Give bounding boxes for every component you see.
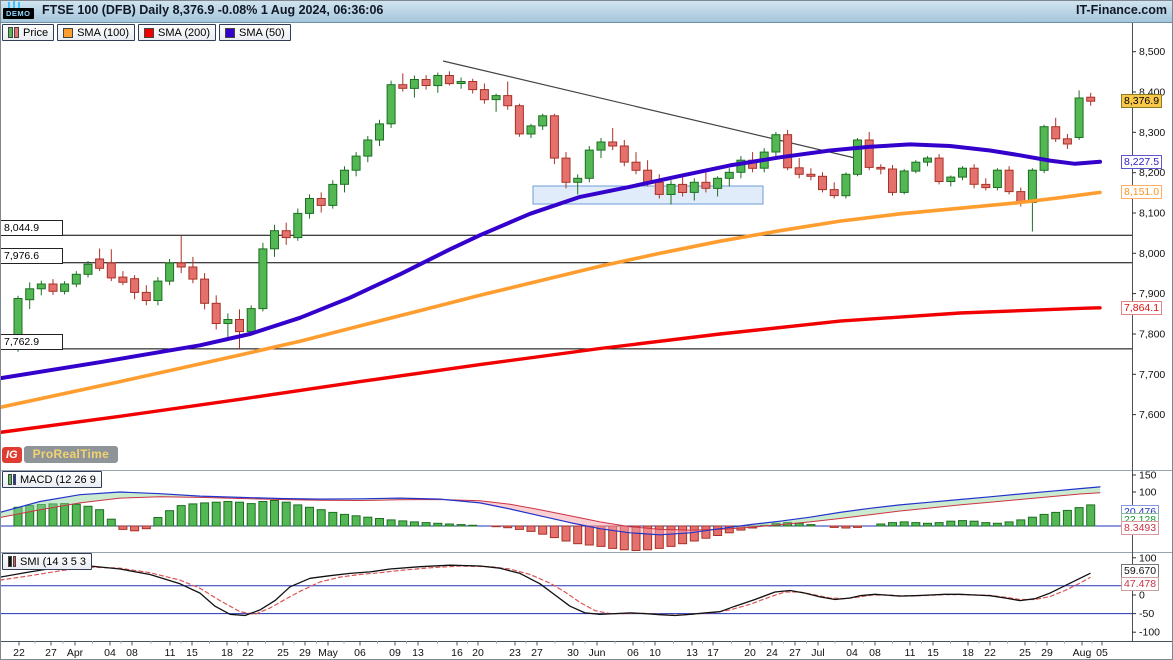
x-axis-date-label: 08 xyxy=(869,647,881,659)
x-axis-date-label: 05 xyxy=(1096,647,1108,659)
legend-chip-sma50[interactable]: SMA (50) xyxy=(219,24,291,41)
x-axis-date-label: May xyxy=(318,647,339,659)
y-axis-tick-label: 100 xyxy=(1139,552,1157,564)
x-axis-date-label: 29 xyxy=(1041,647,1053,659)
x-axis-date-label: 22 xyxy=(984,647,996,659)
x-axis-date-label: 27 xyxy=(789,647,801,659)
x-axis-date-label: 25 xyxy=(1019,647,1031,659)
sma100-swatch-icon xyxy=(63,28,73,38)
x-axis-date-label: 10 xyxy=(649,647,661,659)
x-axis-date-label: 24 xyxy=(766,647,778,659)
chart-canvas: 8,500 8,400 8,300 8,200 8,100 8,000 7,900 7,800… xyxy=(0,0,1173,660)
x-axis-date-label: 09 xyxy=(389,647,401,659)
level-lines xyxy=(0,235,1132,349)
smi-panel xyxy=(0,565,1132,615)
x-axis-date-label: 27 xyxy=(45,647,57,659)
x-axis-date-label: 11 xyxy=(905,647,916,659)
y-axis-tick-label: 7,900 xyxy=(1139,288,1165,300)
x-axis-date-label: 25 xyxy=(277,647,289,659)
x-axis: 22 27 Apr 04 08 11 15 18 22 25 29 May 06 09 13 16 20 23 27… xyxy=(13,641,1108,659)
x-axis-date-label: 13 xyxy=(412,647,424,659)
macd-indicator-chip[interactable]: MACD (12 26 9 xyxy=(2,471,102,488)
prorealtime-watermark[interactable]: IG ProRealTime xyxy=(2,446,118,463)
x-axis-date-label: 30 xyxy=(567,647,579,659)
smi-chip-label: SMI (14 3 5 3 xyxy=(20,556,86,568)
legend-chip-label: SMA (100) xyxy=(77,27,129,39)
price-candles-icon xyxy=(8,27,19,38)
legend-chip-sma200[interactable]: SMA (200) xyxy=(138,24,216,41)
x-axis-date-label: 20 xyxy=(744,647,756,659)
x-axis-date-label: Jun xyxy=(589,647,606,659)
x-axis-date-label: Apr xyxy=(67,647,84,659)
legend-chip-label: SMA (200) xyxy=(158,27,210,39)
smi-indicator-chip[interactable]: SMI (14 3 5 3 xyxy=(2,553,92,570)
brand-link: IT-Finance.com xyxy=(1076,3,1167,17)
y-axis-tick-label: 8,500 xyxy=(1139,46,1165,58)
macd-panel xyxy=(0,487,1132,551)
y-axis-tick-label: 100 xyxy=(1139,487,1157,499)
legend-chip-sma100[interactable]: SMA (100) xyxy=(57,24,135,41)
legend-chip-label: Price xyxy=(23,27,48,39)
legend-bar: Price SMA (100) SMA (200) SMA (50) xyxy=(2,24,291,41)
x-axis-date-label: 06 xyxy=(627,647,639,659)
chart-header-bar: DEMO FTSE 100 (DFB) Daily 8,376.9 -0.08%… xyxy=(0,0,1173,23)
trendline xyxy=(443,61,855,158)
y-axis-tick-label: 150 xyxy=(1139,470,1157,482)
smi-icon xyxy=(8,556,16,567)
y-axis-tick-label: 8,300 xyxy=(1139,127,1165,139)
x-axis-date-label: 18 xyxy=(221,647,233,659)
x-axis-date-label: 22 xyxy=(242,647,254,659)
x-axis-date-label: 15 xyxy=(927,647,939,659)
x-axis-date-label: 22 xyxy=(13,647,25,659)
x-axis-date-label: 11 xyxy=(165,647,176,659)
y-axis-tick-label: 8,200 xyxy=(1139,167,1165,179)
x-axis-date-label: 17 xyxy=(707,647,719,659)
x-axis-date-label: 18 xyxy=(962,647,974,659)
sma100-line xyxy=(0,192,1100,407)
x-axis-date-label: 08 xyxy=(126,647,138,659)
macd-icon xyxy=(8,474,16,485)
y-axis-tick-label: 8,400 xyxy=(1139,87,1165,99)
panel-separators xyxy=(0,23,1173,642)
x-axis-date-label: Aug xyxy=(1073,647,1092,659)
y-axis-tick-label: 0 xyxy=(1139,590,1145,602)
sma50-swatch-icon xyxy=(225,28,235,38)
sma200-swatch-icon xyxy=(144,28,154,38)
demo-badge: DEMO xyxy=(3,8,34,19)
x-axis-date-label: 27 xyxy=(531,647,543,659)
y-axis-tick-label: 8,100 xyxy=(1139,208,1165,220)
x-axis-date-label: 23 xyxy=(509,647,521,659)
x-axis-date-label: 04 xyxy=(846,647,858,659)
x-axis-date-label: 13 xyxy=(686,647,698,659)
y-axis-tick-label: -100 xyxy=(1139,627,1160,639)
macd-chip-label: MACD (12 26 9 xyxy=(20,474,96,486)
x-axis-date-label: 16 xyxy=(451,647,463,659)
y-axis-tick-label: -50 xyxy=(1139,608,1154,620)
legend-chip-label: SMA (50) xyxy=(239,27,285,39)
x-axis-date-label: 04 xyxy=(104,647,116,659)
legend-chip-price[interactable]: Price xyxy=(2,24,54,41)
x-axis-date-label: 29 xyxy=(299,647,311,659)
x-axis-date-label: 20 xyxy=(472,647,484,659)
instrument-title: FTSE 100 (DFB) Daily 8,376.9 -0.08% 1 Au… xyxy=(42,3,383,17)
y-axis-tick-label: 8,000 xyxy=(1139,248,1165,260)
x-axis-date-label: 15 xyxy=(186,647,198,659)
x-axis-date-label: 06 xyxy=(354,647,366,659)
ig-logo: IG xyxy=(2,447,22,463)
y-axis-tick-label: 7,600 xyxy=(1139,409,1165,421)
x-axis-date-label: Jul xyxy=(811,647,824,659)
y-axis-tick-label: 7,700 xyxy=(1139,369,1165,381)
prorealtime-logo-text: ProRealTime xyxy=(24,446,118,463)
y-axis-tick-label: 7,800 xyxy=(1139,329,1165,341)
